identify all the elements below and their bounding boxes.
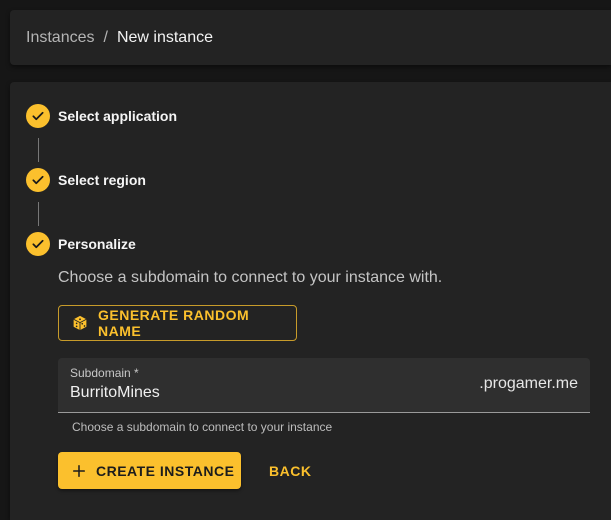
step-select-application: Select application — [26, 104, 177, 128]
back-button[interactable]: BACK — [261, 452, 319, 489]
create-instance-button[interactable]: CREATE INSTANCE — [58, 452, 241, 489]
step-label: Personalize — [58, 236, 136, 252]
generate-random-name-label: GENERATE RANDOM NAME — [98, 307, 250, 339]
subdomain-input[interactable] — [70, 384, 450, 402]
step-connector — [38, 202, 39, 226]
step-label: Select application — [58, 108, 178, 124]
subdomain-field[interactable]: Subdomain * .progamer.me — [58, 358, 590, 413]
new-instance-card: Select application Select region Persona… — [10, 82, 611, 520]
step-select-region: Select region — [26, 168, 146, 192]
check-circle-icon — [26, 104, 50, 128]
create-instance-label: CREATE INSTANCE — [96, 462, 235, 479]
step-personalize: Personalize — [26, 232, 136, 256]
breadcrumb: Instances / New instance — [10, 10, 611, 65]
step-label: Select region — [58, 172, 146, 188]
subdomain-helper-text: Choose a subdomain to connect to your in… — [72, 420, 333, 434]
generate-random-name-button[interactable]: GENERATE RANDOM NAME — [58, 305, 297, 341]
step-connector — [38, 138, 39, 162]
breadcrumb-separator: / — [103, 28, 108, 46]
breadcrumb-current-page: New instance — [116, 28, 213, 46]
check-circle-icon — [26, 232, 50, 256]
dice-icon — [71, 314, 89, 332]
breadcrumb-instances-link[interactable]: Instances — [26, 29, 94, 47]
plus-icon — [72, 464, 86, 478]
subdomain-suffix: .progamer.me — [479, 375, 578, 392]
check-circle-icon — [26, 168, 50, 192]
step-description: Choose a subdomain to connect to your in… — [58, 269, 443, 286]
subdomain-field-label: Subdomain * — [70, 366, 139, 380]
